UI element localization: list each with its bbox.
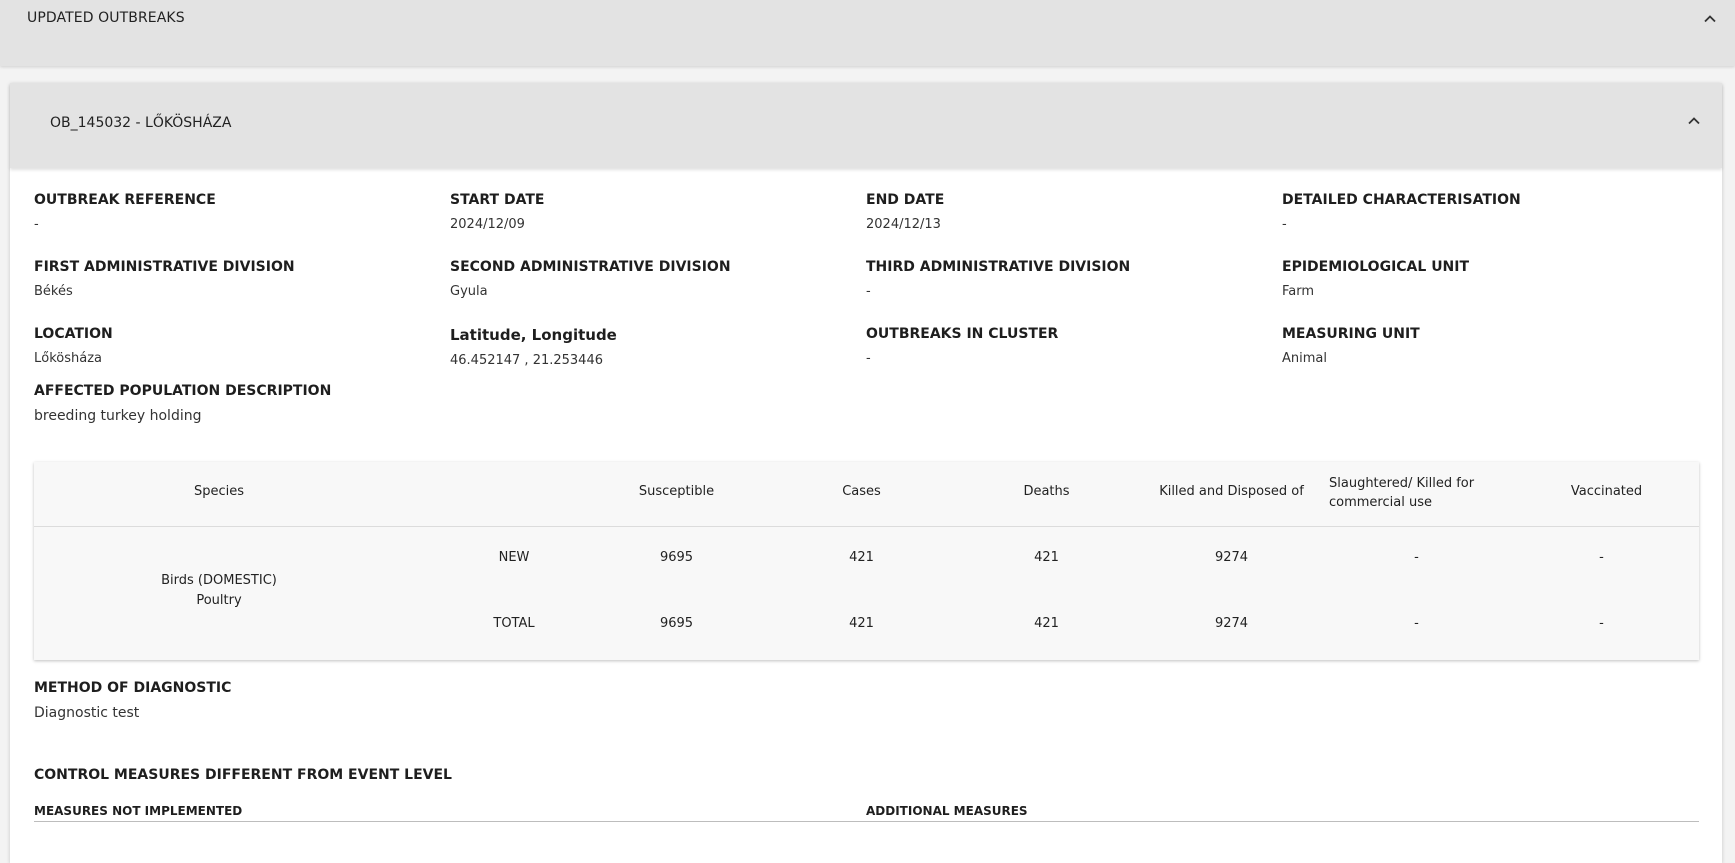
header-slaughtered: Slaughtered/ Killed for commercial use: [1329, 476, 1475, 510]
header-killed: Killed and Disposed of: [1159, 484, 1304, 499]
field-value: 46.452147 , 21.253446: [450, 353, 603, 368]
field-label: EPIDEMIOLOGICAL UNIT: [1282, 259, 1470, 275]
field-label: DETAILED CHARACTERISATION: [1282, 192, 1521, 208]
control-measures-section: CONTROL MEASURES DIFFERENT FROM EVENT LE…: [34, 767, 452, 783]
header-susceptible: Susceptible: [638, 484, 715, 499]
additional-measures-label: ADDITIONAL MEASURES: [866, 804, 1028, 818]
field-value: Diagnostic test: [34, 705, 140, 721]
cell-slaughtered: -: [1414, 550, 1419, 565]
field-label: LOCATION: [34, 326, 113, 342]
field-label: FIRST ADMINISTRATIVE DIVISION: [34, 259, 295, 275]
field-label: SECOND ADMINISTRATIVE DIVISION: [450, 259, 731, 275]
header-cases: Cases: [842, 484, 881, 499]
start-date-field: START DATE 2024/12/09: [450, 192, 544, 232]
field-label: OUTBREAKS IN CLUSTER: [866, 326, 1059, 342]
field-label: METHOD OF DIAGNOSTIC: [34, 680, 232, 696]
cell-deaths: 421: [1034, 550, 1059, 565]
cell-killed: 9274: [1214, 550, 1249, 565]
field-value: breeding turkey holding: [34, 408, 202, 424]
section-title: UPDATED OUTBREAKS: [27, 10, 185, 26]
species-name: Birds (DOMESTIC): [161, 573, 277, 588]
outbreaks-in-cluster-field: OUTBREAKS IN CLUSTER -: [866, 326, 1058, 366]
epidemiological-unit-field: EPIDEMIOLOGICAL UNIT Farm: [1282, 259, 1469, 299]
header-species: Species: [193, 484, 245, 499]
field-label: THIRD ADMINISTRATIVE DIVISION: [866, 259, 1131, 275]
field-label: Latitude, Longitude: [450, 326, 617, 344]
outbreak-reference-field: OUTBREAK REFERENCE -: [34, 192, 216, 232]
species-category: Poultry: [196, 593, 242, 608]
row-type: NEW: [498, 550, 530, 565]
header-divider: [34, 526, 1699, 527]
cell-cases: 421: [849, 616, 874, 631]
cell-deaths: 421: [1034, 616, 1059, 631]
field-value: Békés: [34, 284, 73, 299]
chevron-up-icon[interactable]: [1703, 12, 1717, 26]
header-vaccinated: Vaccinated: [1570, 484, 1643, 499]
field-label: START DATE: [450, 192, 545, 208]
cell-vaccinated: -: [1599, 616, 1604, 631]
cell-cases: 421: [849, 550, 874, 565]
location-field: LOCATION Lőkösháza: [34, 326, 113, 366]
first-admin-division-field: FIRST ADMINISTRATIVE DIVISION Békés: [34, 259, 295, 299]
field-value: Lőkösháza: [34, 351, 102, 366]
field-label: AFFECTED POPULATION DESCRIPTION: [34, 383, 332, 399]
detailed-characterisation-field: DETAILED CHARACTERISATION -: [1282, 192, 1521, 232]
affected-population-field: AFFECTED POPULATION DESCRIPTION breeding…: [34, 383, 331, 424]
cell-killed: 9274: [1214, 616, 1249, 631]
outbreak-header[interactable]: OB_145032 - LŐKÖSHÁZA: [10, 83, 1722, 168]
header-deaths: Deaths: [1023, 484, 1070, 499]
field-value: -: [1282, 217, 1287, 232]
field-value: 2024/12/09: [450, 217, 525, 232]
field-value: Farm: [1282, 284, 1315, 299]
field-label: OUTBREAK REFERENCE: [34, 192, 216, 208]
field-value: 2024/12/13: [866, 217, 941, 232]
outbreak-title: OB_145032 - LŐKÖSHÁZA: [50, 115, 232, 131]
second-admin-division-field: SECOND ADMINISTRATIVE DIVISION Gyula: [450, 259, 731, 299]
field-value: -: [866, 351, 871, 366]
third-admin-division-field: THIRD ADMINISTRATIVE DIVISION -: [866, 259, 1130, 299]
species-table: Species Susceptible Cases Deaths Killed …: [34, 462, 1699, 660]
divider: [34, 821, 1699, 822]
control-measures-title: CONTROL MEASURES DIFFERENT FROM EVENT LE…: [34, 767, 452, 783]
chevron-up-icon[interactable]: [1687, 114, 1701, 128]
lat-long-field: Latitude, Longitude 46.452147 , 21.25344…: [450, 326, 617, 368]
field-value: Animal: [1282, 351, 1327, 366]
field-value: -: [34, 217, 39, 232]
outbreak-card: OB_145032 - LŐKÖSHÁZA OUTBREAK REFERENCE…: [10, 83, 1722, 863]
row-type: TOTAL: [493, 616, 535, 631]
cell-slaughtered: -: [1414, 616, 1419, 631]
measuring-unit-field: MEASURING UNIT Animal: [1282, 326, 1420, 366]
cell-susceptible: 9695: [659, 550, 694, 565]
field-label: MEASURING UNIT: [1282, 326, 1420, 342]
field-value: Gyula: [450, 284, 488, 299]
cell-vaccinated: -: [1599, 550, 1604, 565]
measures-not-implemented-label: MEASURES NOT IMPLEMENTED: [34, 804, 243, 818]
field-value: -: [866, 284, 871, 299]
end-date-field: END DATE 2024/12/13: [866, 192, 944, 232]
field-label: END DATE: [866, 192, 945, 208]
cell-susceptible: 9695: [659, 616, 694, 631]
updated-outbreaks-header[interactable]: UPDATED OUTBREAKS: [0, 0, 1735, 66]
method-of-diagnostic-field: METHOD OF DIAGNOSTIC Diagnostic test: [34, 680, 231, 721]
